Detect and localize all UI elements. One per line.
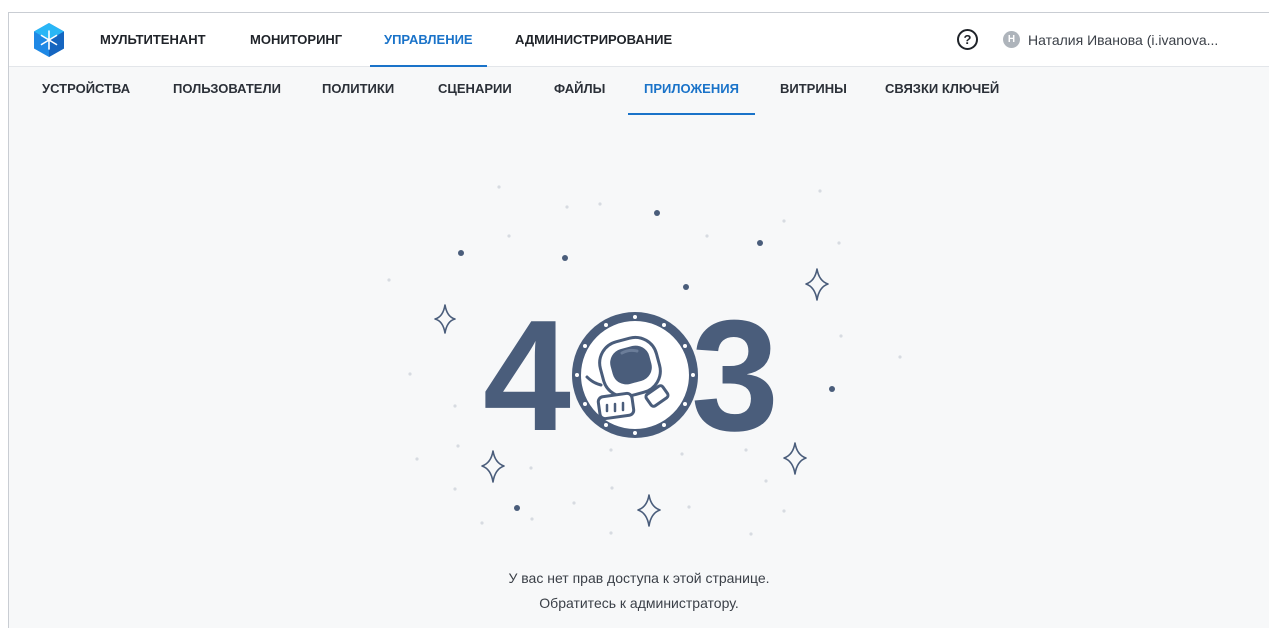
error-digit-3: 3 (691, 288, 779, 464)
tab-showcases[interactable]: ВИТРИНЫ (780, 67, 847, 115)
topnav-administration[interactable]: АДМИНИСТРИРОВАНИЕ (515, 13, 672, 67)
top-bar: МУЛЬТИТЕНАНТ МОНИТОРИНГ УПРАВЛЕНИЕ АДМИН… (9, 13, 1269, 67)
help-icon[interactable]: ? (957, 29, 978, 50)
avatar[interactable]: Н (1003, 31, 1020, 48)
tab-files[interactable]: ФАЙЛЫ (554, 67, 605, 115)
topnav-management[interactable]: УПРАВЛЕНИЕ (370, 13, 487, 67)
tab-applications[interactable]: ПРИЛОЖЕНИЯ (628, 67, 755, 115)
tab-keychains[interactable]: СВЯЗКИ КЛЮЧЕЙ (885, 67, 999, 115)
sub-navigation: УСТРОЙСТВА ПОЛЬЗОВАТЕЛИ ПОЛИТИКИ СЦЕНАРИ… (9, 67, 1269, 115)
error-message-line2: Обратитесь к администратору. (539, 595, 739, 611)
topnav-multitenant[interactable]: МУЛЬТИТЕНАНТ (100, 13, 206, 67)
error-403-illustration: 4 3 (387, 185, 902, 536)
tab-scenarios[interactable]: СЦЕНАРИИ (438, 67, 512, 115)
tab-devices[interactable]: УСТРОЙСТВА (42, 67, 130, 115)
tab-policies[interactable]: ПОЛИТИКИ (322, 67, 394, 115)
snowflake-cube-icon[interactable] (32, 22, 66, 58)
app-frame: МУЛЬТИТЕНАНТ МОНИТОРИНГ УПРАВЛЕНИЕ АДМИН… (8, 12, 1269, 628)
astronaut-porthole-icon (572, 312, 698, 438)
tab-users[interactable]: ПОЛЬЗОВАТЕЛИ (173, 67, 281, 115)
error-digit-4: 4 (483, 288, 571, 464)
user-name[interactable]: Наталия Иванова (i.ivanova... (1028, 13, 1228, 67)
error-message-line1: У вас нет прав доступа к этой странице. (508, 570, 770, 586)
topnav-monitoring[interactable]: МОНИТОРИНГ (250, 13, 342, 67)
